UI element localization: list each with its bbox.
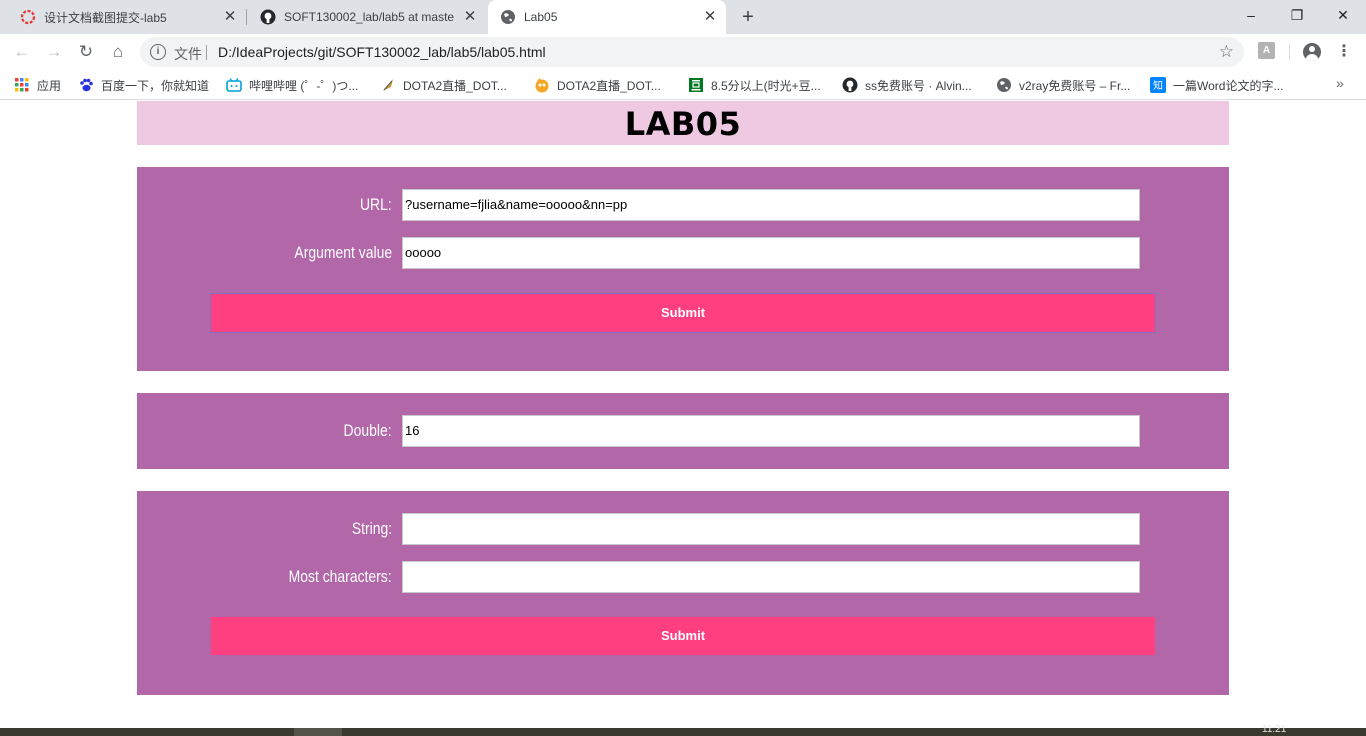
new-tab-plus-icon[interactable]: + xyxy=(736,6,760,28)
address-bar[interactable]: i 文件 D:/IdeaProjects/git/SOFT130002_lab/… xyxy=(140,37,1244,67)
apps-grid-icon xyxy=(14,77,30,93)
baidu-paw-icon xyxy=(78,77,94,93)
zhihu-icon: 知 xyxy=(1150,77,1166,93)
tab-title: SOFT130002_lab/lab5 at maste xyxy=(284,10,455,24)
svg-text:知: 知 xyxy=(1153,79,1163,92)
bookmark-douban[interactable]: 8.5分以上(时光+豆... xyxy=(688,76,821,94)
bookmark-bilibili[interactable]: 哔哩哔哩 (゜-゜)つ... xyxy=(226,76,358,94)
close-icon[interactable]: ✕ xyxy=(702,9,718,25)
bookmark-label: DOTA2直播_DOT... xyxy=(557,78,661,93)
string-input[interactable] xyxy=(402,513,1140,545)
submit-button[interactable]: Submit xyxy=(211,617,1155,655)
github-icon xyxy=(260,9,276,25)
string-label: String: xyxy=(351,519,392,538)
bookmark-apps[interactable]: 应用 xyxy=(14,76,61,94)
argument-value-input[interactable]: ooooo xyxy=(402,237,1140,269)
red-dotted-circle-icon xyxy=(20,9,36,25)
close-icon[interactable]: ✕ xyxy=(222,9,238,25)
bookmark-label: DOTA2直播_DOT... xyxy=(403,78,507,93)
tab-lab05[interactable]: Lab05 ✕ xyxy=(488,0,726,34)
os-taskbar: 11:21 xyxy=(0,724,1366,736)
double-row: Double: 16 xyxy=(137,415,1229,447)
bookmark-label: ss免费账号 · Alvin... xyxy=(865,78,972,93)
minimize-icon[interactable]: – xyxy=(1228,0,1274,30)
home-icon[interactable]: ⌂ xyxy=(106,40,130,64)
bookmark-zhihu[interactable]: 知 一篇Word论文的字... xyxy=(1150,76,1283,94)
double-panel: Double: 16 xyxy=(137,393,1229,469)
bookmark-star-icon[interactable]: ☆ xyxy=(1219,42,1234,62)
url-text[interactable]: D:/IdeaProjects/git/SOFT130002_lab/lab5/… xyxy=(218,44,546,60)
bookmark-label: 一篇Word论文的字... xyxy=(1173,78,1284,93)
bookmark-label: 应用 xyxy=(37,78,62,93)
tab-strip: 设计文档截图提交-lab5 ✕ SOFT130002_lab/lab5 at m… xyxy=(0,0,1366,34)
pdf-extension-icon[interactable]: A xyxy=(1258,42,1275,59)
toolbar-divider xyxy=(1289,44,1290,60)
bookmark-v2ray[interactable]: v2ray免费账号 – Fr... xyxy=(996,76,1130,94)
account-icon[interactable] xyxy=(1303,43,1321,61)
omnibox-divider xyxy=(206,45,207,60)
restore-icon[interactable]: ❐ xyxy=(1274,0,1320,30)
string-panel: String: Most characters: Submit xyxy=(137,491,1229,695)
most-characters-input[interactable] xyxy=(402,561,1140,593)
bookmarks-bar: 应用 百度一下，你就知道 哔哩哔哩 (゜-゜)つ... DOTA2直播_DOT.… xyxy=(0,70,1366,100)
bookmarks-overflow-chevron-icon[interactable]: » xyxy=(1336,75,1344,91)
url-input[interactable]: ?username=fjlia&name=ooooo&nn=pp xyxy=(402,189,1140,221)
dota-feather-icon xyxy=(380,77,396,93)
forward-arrow-icon[interactable]: → xyxy=(42,40,66,64)
bookmark-baidu[interactable]: 百度一下，你就知道 xyxy=(78,76,209,94)
browser-toolbar: ← → ↻ ⌂ i 文件 D:/IdeaProjects/git/SOFT130… xyxy=(0,34,1366,70)
bookmark-label: v2ray免费账号 – Fr... xyxy=(1019,78,1131,93)
tab-title: 设计文档截图提交-lab5 xyxy=(44,10,167,25)
file-label: 文件 xyxy=(174,46,202,62)
url-row: URL: ?username=fjlia&name=ooooo&nn=pp xyxy=(137,189,1229,221)
douyu-fish-icon xyxy=(534,77,550,93)
most-characters-row: Most characters: xyxy=(137,561,1229,593)
double-input[interactable]: 16 xyxy=(402,415,1140,447)
tab-design-doc[interactable]: 设计文档截图提交-lab5 ✕ xyxy=(0,0,246,34)
tab-github[interactable]: SOFT130002_lab/lab5 at maste ✕ xyxy=(240,0,486,34)
info-icon[interactable]: i xyxy=(150,44,166,60)
argument-label: Argument value xyxy=(294,243,392,262)
reload-icon[interactable]: ↻ xyxy=(74,40,98,64)
double-label: Double: xyxy=(343,421,392,440)
most-characters-label: Most characters: xyxy=(288,567,392,586)
page-viewport: LAB05 URL: ?username=fjlia&name=ooooo&nn… xyxy=(0,101,1366,728)
url-label: URL: xyxy=(360,195,392,214)
submit-button[interactable]: Submit xyxy=(210,293,1156,333)
douban-icon xyxy=(688,77,704,93)
bookmark-ss-accounts[interactable]: ss免费账号 · Alvin... xyxy=(842,76,972,94)
page-header: LAB05 xyxy=(137,101,1229,145)
back-arrow-icon[interactable]: ← xyxy=(10,40,34,64)
bookmark-dota-2[interactable]: DOTA2直播_DOT... xyxy=(534,76,661,94)
bilibili-tv-icon xyxy=(226,77,242,93)
taskbar-item[interactable] xyxy=(294,728,342,736)
page-title: LAB05 xyxy=(624,105,742,143)
url-argument-panel: URL: ?username=fjlia&name=ooooo&nn=pp Ar… xyxy=(137,167,1229,371)
globe-icon xyxy=(996,77,1012,93)
bookmark-label: 哔哩哔哩 (゜-゜)つ... xyxy=(249,78,359,93)
github-icon xyxy=(842,77,858,93)
close-icon[interactable]: ✕ xyxy=(462,9,478,25)
globe-icon xyxy=(500,9,516,25)
window-close-icon[interactable]: ✕ xyxy=(1320,0,1366,30)
tab-title: Lab05 xyxy=(524,10,558,24)
taskbar-clock: 11:21 xyxy=(1262,724,1287,735)
argument-row: Argument value ooooo xyxy=(137,237,1229,269)
menu-dots-icon[interactable]: ⋮ xyxy=(1336,42,1352,62)
string-row: String: xyxy=(137,513,1229,545)
bookmark-dota-1[interactable]: DOTA2直播_DOT... xyxy=(380,76,507,94)
bookmark-label: 百度一下，你就知道 xyxy=(101,78,210,93)
bookmark-label: 8.5分以上(时光+豆... xyxy=(711,78,821,93)
